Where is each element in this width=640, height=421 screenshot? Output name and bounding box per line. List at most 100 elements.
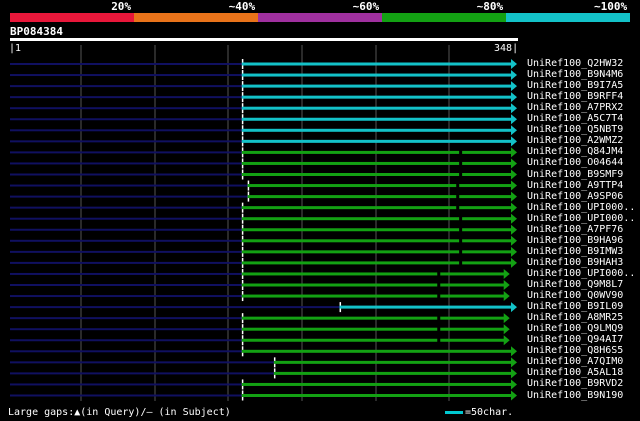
hit-gap-marker [456,182,460,189]
hit-alignment-bar[interactable] [241,394,513,397]
hit-arrow-icon [511,59,517,69]
hit-label-link[interactable]: UniRef100_A7PRX2 [527,103,623,113]
hit-unaligned-region [10,107,242,110]
hit-alignment-bar[interactable] [241,117,513,121]
hit-alignment-bar[interactable] [241,73,513,77]
hit-label-link[interactable]: UniRef100_B9HA96 [527,235,623,246]
hit-arrow-icon [503,280,510,290]
hit-alignment-bar[interactable] [241,106,513,110]
hit-alignment-bar[interactable] [241,349,513,353]
hit-unaligned-region [10,394,242,397]
hit-label-link[interactable]: UniRef100_UPI000.. [527,268,635,279]
hit-alignment-bar[interactable] [247,184,512,188]
hit-gap-marker [459,149,463,156]
hit-alignment-bar[interactable] [247,195,512,199]
hit-label-link[interactable]: UniRef100_B9I7A5 [527,81,623,91]
hit-arrow-icon [511,70,517,81]
hit-gap-marker [456,193,460,200]
hit-alignment-bar[interactable] [241,84,513,88]
hit-alignment-bar[interactable] [241,261,513,265]
hit-unaligned-region [10,140,242,143]
hit-arrow-icon [511,191,517,202]
hit-label-link[interactable]: UniRef100_Q9LMQ9 [527,324,623,334]
hit-label-link[interactable]: UniRef100_Q2HW32 [527,59,623,69]
hit-alignment-bar[interactable] [273,371,512,375]
hit-alignment-bar[interactable] [241,62,513,66]
hit-label-link[interactable]: UniRef100_B9RVD2 [527,379,623,389]
hit-alignment-bar[interactable] [241,128,513,132]
hit-arrow-icon [511,147,517,158]
hit-label-link[interactable]: UniRef100_A5AL18 [527,368,623,378]
gap-legend: Large gaps:▲(in Query)/— (in Subject) [8,407,231,418]
hit-arrow-icon [511,202,517,213]
hit-label-link[interactable]: UniRef100_Q94AI7 [527,335,623,345]
hit-alignment-bar[interactable] [241,206,513,210]
hit-alignment-bar[interactable] [241,239,513,243]
hit-unaligned-region [10,129,242,132]
hit-label-link[interactable]: UniRef100_B9IMW3 [527,246,623,257]
hit-label-link[interactable]: UniRef100_A2WMZ2 [527,136,623,146]
hit-alignment-bar[interactable] [273,360,512,364]
hit-label-link[interactable]: UniRef100_O04644 [527,158,623,168]
hit-label-link[interactable]: UniRef100_B9HAH3 [527,257,623,268]
hit-alignment-bar[interactable] [241,283,505,287]
hit-gap-marker [437,315,441,322]
hit-label-link[interactable]: UniRef100_A7PF76 [527,224,623,235]
hit-gap-marker [437,293,441,300]
hit-label-link[interactable]: UniRef100_UPI000.. [527,202,635,213]
hit-gap-marker [459,237,463,244]
hit-alignment-bar[interactable] [241,228,513,232]
hit-label-link[interactable]: UniRef100_A8MR25 [527,313,623,323]
hit-arrow-icon [511,114,517,125]
hit-unaligned-region [10,361,274,364]
hit-arrow-icon [511,81,517,92]
hit-alignment-bar[interactable] [241,217,513,221]
hit-unaligned-region [10,239,242,242]
hit-label-link[interactable]: UniRef100_B9RFF4 [527,92,623,102]
hit-unaligned-region [10,228,242,231]
hit-label-link[interactable]: UniRef100_A7QIM0 [527,357,623,367]
hit-label-link[interactable]: UniRef100_Q9M8L7 [527,280,623,290]
hit-gap-marker [459,171,463,178]
hit-unaligned-region [10,151,242,154]
hit-arrow-icon [511,213,517,224]
hit-label-link[interactable]: UniRef100_UPI000.. [527,213,635,224]
hit-alignment-bar[interactable] [241,338,505,342]
hit-alignment-bar[interactable] [241,250,513,254]
hit-label-link[interactable]: UniRef100_B9IL09 [527,302,623,312]
hit-unaligned-region [10,383,242,386]
hit-label-link[interactable]: UniRef100_A9TTP4 [527,180,623,191]
hit-alignment-bar[interactable] [241,150,513,154]
hit-gap-marker [459,160,463,167]
hit-alignment-bar[interactable] [339,305,512,309]
hit-alignment-bar[interactable] [241,316,505,320]
hit-label-link[interactable]: UniRef100_Q8H6S5 [527,346,623,356]
hit-label-link[interactable]: UniRef100_B9N4M6 [527,70,623,80]
hit-arrow-icon [511,346,517,357]
hit-gap-marker [456,204,460,211]
hit-alignment-bar[interactable] [241,382,513,386]
hit-alignment-bar[interactable] [241,95,513,99]
hit-label-link[interactable]: UniRef100_B9N190 [527,390,623,401]
hit-gap-marker [459,215,463,222]
hit-label-link[interactable]: UniRef100_Q5NBT9 [527,125,623,135]
hit-label-link[interactable]: UniRef100_A5C7T4 [527,114,623,124]
hit-alignment-bar[interactable] [241,272,505,276]
hit-alignment-bar[interactable] [241,294,505,298]
hit-label-link[interactable]: UniRef100_B9SMF9 [527,169,623,180]
hit-alignment-bar[interactable] [241,139,513,143]
hit-arrow-icon [511,368,517,379]
hit-arrow-icon [511,235,517,246]
hit-arrow-icon [503,335,510,346]
hit-label-link[interactable]: UniRef100_A9SP06 [527,191,623,202]
hit-alignment-bar[interactable] [241,173,513,176]
hit-unaligned-region [10,272,242,275]
hit-unaligned-region [10,195,248,198]
hit-alignment-bar[interactable] [241,327,505,331]
hit-unaligned-region [10,350,242,353]
hit-alignment-bar[interactable] [241,161,513,165]
hit-label-link[interactable]: UniRef100_Q84JM4 [527,147,623,157]
hit-unaligned-region [10,74,242,77]
hit-label-link[interactable]: UniRef100_Q0WV90 [527,291,623,301]
hit-gap-marker [437,337,441,344]
